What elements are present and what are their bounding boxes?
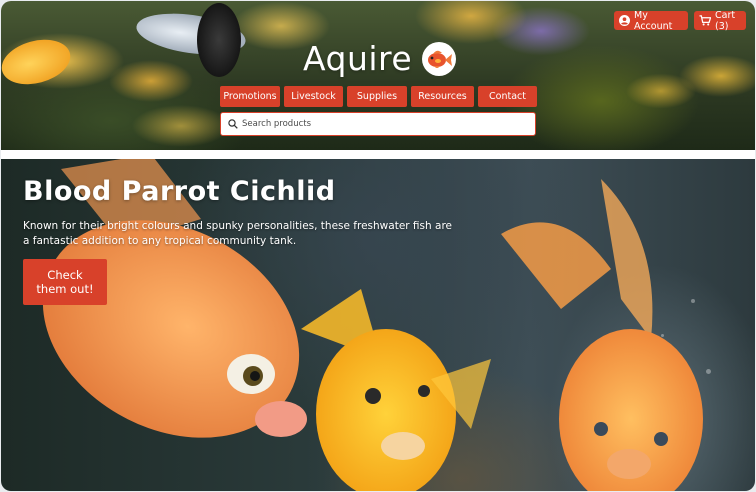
search-bar[interactable] bbox=[220, 112, 536, 136]
browser-viewport: My Account Cart (3) Aquire Promotions Li… bbox=[1, 1, 755, 491]
hero-title: Blood Parrot Cichlid bbox=[23, 176, 336, 207]
nav-resources[interactable]: Resources bbox=[411, 86, 474, 107]
shopping-cart-icon bbox=[699, 15, 711, 26]
nav-supplies[interactable]: Supplies bbox=[347, 86, 407, 107]
logo-text: Aquire bbox=[303, 39, 413, 78]
cart-label: Cart (3) bbox=[715, 9, 736, 32]
search-input[interactable] bbox=[242, 119, 522, 129]
main-navigation: Promotions Livestock Supplies Resources … bbox=[220, 86, 537, 107]
nav-livestock[interactable]: Livestock bbox=[284, 86, 343, 107]
hero-description: Known for their bright colours and spunk… bbox=[23, 220, 452, 247]
header-background-fish bbox=[197, 3, 241, 77]
check-them-out-button[interactable]: Check them out! bbox=[23, 259, 107, 305]
my-account-label: My Account bbox=[634, 9, 673, 32]
nav-contact[interactable]: Contact bbox=[478, 86, 537, 107]
my-account-button[interactable]: My Account bbox=[614, 9, 688, 32]
search-icon bbox=[228, 119, 238, 129]
goldfish-icon bbox=[422, 41, 457, 76]
cart-button[interactable]: Cart (3) bbox=[694, 9, 746, 32]
header-background-fish bbox=[1, 32, 76, 92]
blood-parrot-fish-image bbox=[42, 159, 703, 491]
hero-banner: Blood Parrot Cichlid Known for their bri… bbox=[1, 159, 755, 491]
site-header: My Account Cart (3) Aquire Promotions Li… bbox=[1, 1, 755, 150]
site-logo[interactable]: Aquire bbox=[303, 39, 457, 78]
nav-promotions[interactable]: Promotions bbox=[220, 86, 280, 107]
header-divider bbox=[1, 150, 755, 159]
user-icon bbox=[619, 15, 630, 26]
